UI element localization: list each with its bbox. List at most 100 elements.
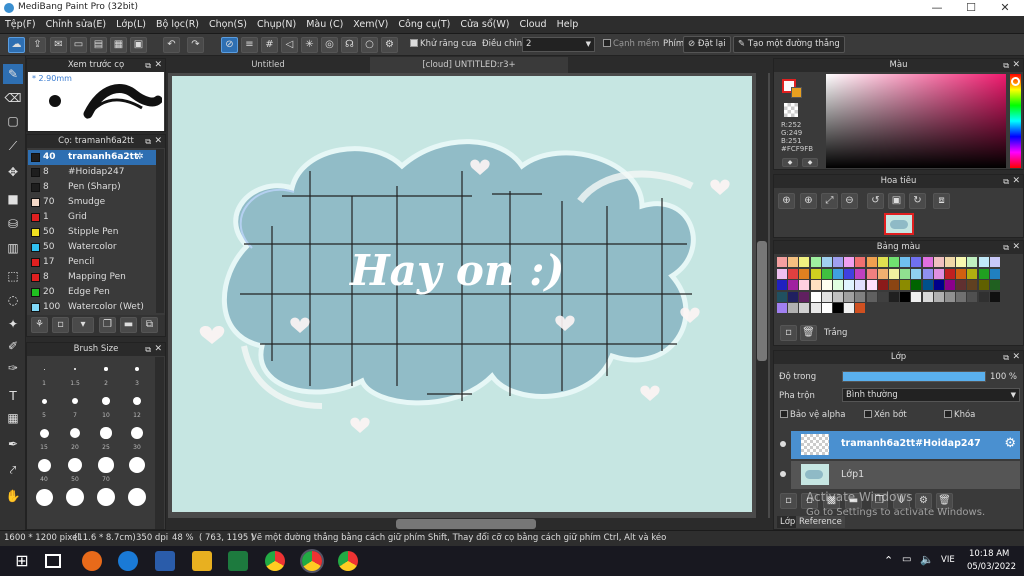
palette-swatch[interactable] bbox=[877, 280, 888, 290]
brush-item[interactable]: 8 Pen (Sharp) bbox=[28, 180, 164, 195]
brush-size-option[interactable] bbox=[123, 487, 151, 506]
blend-dropdown[interactable]: Bình thường ▼ bbox=[842, 388, 1020, 402]
circle-snap-icon[interactable]: ○ bbox=[361, 37, 378, 53]
tab-cloud-untitled[interactable]: [cloud] UNTITLED:r3+ bbox=[370, 57, 568, 73]
palette-swatch[interactable] bbox=[877, 268, 888, 279]
palette-swatch[interactable] bbox=[866, 280, 877, 290]
palette-swatch[interactable] bbox=[911, 280, 922, 290]
palette-swatch[interactable] bbox=[821, 280, 832, 290]
palette-swatch[interactable] bbox=[889, 257, 899, 267]
gradient-tool-icon[interactable]: ▥ bbox=[3, 238, 23, 258]
palette-swatch[interactable] bbox=[855, 268, 866, 279]
palette-swatch[interactable] bbox=[989, 291, 1000, 302]
clip-checkbox[interactable] bbox=[864, 410, 872, 418]
brush-add-icon[interactable]: ⚘ bbox=[31, 317, 48, 333]
palette-swatch[interactable] bbox=[821, 257, 832, 267]
undock-icon[interactable]: ⧉ bbox=[1003, 351, 1009, 364]
palette-swatch[interactable] bbox=[788, 280, 799, 290]
brush-size-option[interactable]: 70 bbox=[92, 455, 120, 483]
palette-swatch[interactable] bbox=[945, 280, 955, 290]
brush-size-option[interactable]: 1 bbox=[30, 359, 58, 387]
layer-row-active[interactable]: tramanh6a2tt#Hoidap247 ⚙ bbox=[791, 431, 1020, 459]
menu-select[interactable]: Chọn(S) bbox=[204, 19, 252, 30]
rectangle-tool-icon[interactable]: ▢ bbox=[3, 111, 23, 131]
undock-icon[interactable]: ⧉ bbox=[1003, 241, 1009, 254]
radial-snap-icon[interactable]: ✳ bbox=[301, 37, 318, 53]
brush-item[interactable]: 1 Grid bbox=[28, 210, 164, 225]
undock-icon[interactable]: ⧉ bbox=[145, 59, 151, 72]
brush-item[interactable]: 8 Mapping Pen bbox=[28, 270, 164, 285]
palette-swatch[interactable] bbox=[833, 257, 843, 267]
visibility-icon[interactable] bbox=[780, 441, 786, 447]
palette-swatch[interactable] bbox=[866, 257, 877, 267]
menu-filter[interactable]: Bộ lọc(R) bbox=[151, 19, 204, 30]
palette-swatch[interactable] bbox=[967, 268, 978, 279]
palette-swatch[interactable] bbox=[889, 291, 899, 302]
palette-swatch[interactable] bbox=[889, 268, 899, 279]
close-icon[interactable]: ✕ bbox=[1012, 241, 1020, 254]
menu-edit[interactable]: Chỉnh sửa(E) bbox=[41, 19, 112, 30]
palette-swatch[interactable] bbox=[900, 291, 911, 302]
palette-swatch[interactable] bbox=[911, 257, 922, 267]
navigator-thumbnail[interactable] bbox=[884, 213, 914, 235]
windows-start-icon[interactable]: ⊞ bbox=[12, 551, 32, 571]
palette-swatch[interactable] bbox=[799, 280, 810, 290]
volume-icon[interactable]: 🔈 bbox=[920, 553, 934, 566]
network-icon[interactable]: ▭ bbox=[902, 554, 911, 565]
dot-tool-icon[interactable]: ⟋ bbox=[3, 136, 23, 156]
palette-swatch[interactable] bbox=[788, 291, 799, 302]
concentric-snap-icon[interactable]: ◎ bbox=[321, 37, 338, 53]
brush-item[interactable]: 100 Watercolor (Wet) bbox=[28, 300, 164, 315]
layer-row[interactable]: Lớp1 bbox=[791, 461, 1020, 489]
document-icon[interactable]: ▤ bbox=[90, 37, 107, 53]
brush-item[interactable]: 40 tramanh6a2tt ✲ bbox=[28, 150, 164, 165]
canvas-hscrollbar[interactable] bbox=[168, 518, 770, 530]
brush-size-option[interactable] bbox=[61, 487, 89, 506]
color-eyedrop-icon[interactable]: ◆ bbox=[802, 158, 818, 167]
vscroll-thumb[interactable] bbox=[757, 241, 767, 361]
flip-icon[interactable]: ⧈ bbox=[933, 193, 950, 209]
brush-item[interactable]: 50 Stipple Pen bbox=[28, 225, 164, 240]
close-icon[interactable]: ✕ bbox=[1012, 59, 1020, 72]
palette-swatch[interactable] bbox=[810, 280, 821, 290]
magic-wand-icon[interactable]: ✦ bbox=[3, 314, 23, 334]
palette-swatch[interactable] bbox=[799, 303, 810, 313]
menu-help[interactable]: Help bbox=[552, 19, 584, 30]
menu-view[interactable]: Xem(V) bbox=[348, 19, 393, 30]
menu-file[interactable]: Tệp(F) bbox=[0, 19, 41, 30]
palette-swatch[interactable] bbox=[911, 291, 922, 302]
fit-icon[interactable]: ⤢ bbox=[821, 193, 838, 209]
palette-swatch[interactable] bbox=[833, 268, 843, 279]
panels-icon[interactable]: ▦ bbox=[110, 37, 127, 53]
curve-snap-icon[interactable]: ☊ bbox=[341, 37, 358, 53]
palette-swatch[interactable] bbox=[788, 257, 799, 267]
palette-swatch[interactable] bbox=[967, 280, 978, 290]
palette-swatch[interactable] bbox=[956, 268, 967, 279]
brush-item[interactable]: 17 Pencil bbox=[28, 255, 164, 270]
palette-swatch[interactable] bbox=[844, 291, 855, 302]
palette-swatch[interactable] bbox=[900, 268, 911, 279]
palette-swatch[interactable] bbox=[788, 303, 799, 313]
menu-layer[interactable]: Lớp(L) bbox=[111, 19, 151, 30]
select-eraser-icon[interactable]: ✑ bbox=[3, 358, 23, 378]
palette-swatch[interactable] bbox=[833, 291, 843, 302]
palette-swatch[interactable] bbox=[833, 303, 843, 313]
palette-add-icon[interactable]: ▫ bbox=[780, 325, 797, 341]
close-icon[interactable]: ✕ bbox=[154, 135, 162, 148]
hscroll-thumb[interactable] bbox=[396, 519, 536, 529]
palette-swatch[interactable] bbox=[956, 280, 967, 290]
palette-swatch[interactable] bbox=[989, 280, 1000, 290]
palette-delete-icon[interactable]: 🗑 bbox=[800, 325, 817, 341]
brush-list-scrollbar[interactable] bbox=[156, 149, 164, 313]
minimize-button[interactable]: — bbox=[920, 0, 954, 16]
undock-icon[interactable]: ⧉ bbox=[1003, 59, 1009, 72]
undock-icon[interactable]: ⧉ bbox=[145, 343, 151, 356]
new-layer-icon[interactable]: ▫ bbox=[780, 493, 797, 509]
speech-bubble-icon[interactable]: ▭ bbox=[70, 37, 87, 53]
palette-swatch[interactable] bbox=[844, 280, 855, 290]
reset-button[interactable]: ⊘ Đặt lại bbox=[683, 36, 731, 53]
brush-folder-icon[interactable]: ▬ bbox=[120, 317, 137, 333]
transparent-color-swatch[interactable] bbox=[784, 103, 798, 117]
palette-swatch[interactable] bbox=[777, 257, 787, 267]
divide-tool-icon[interactable]: ▦ bbox=[3, 408, 23, 428]
